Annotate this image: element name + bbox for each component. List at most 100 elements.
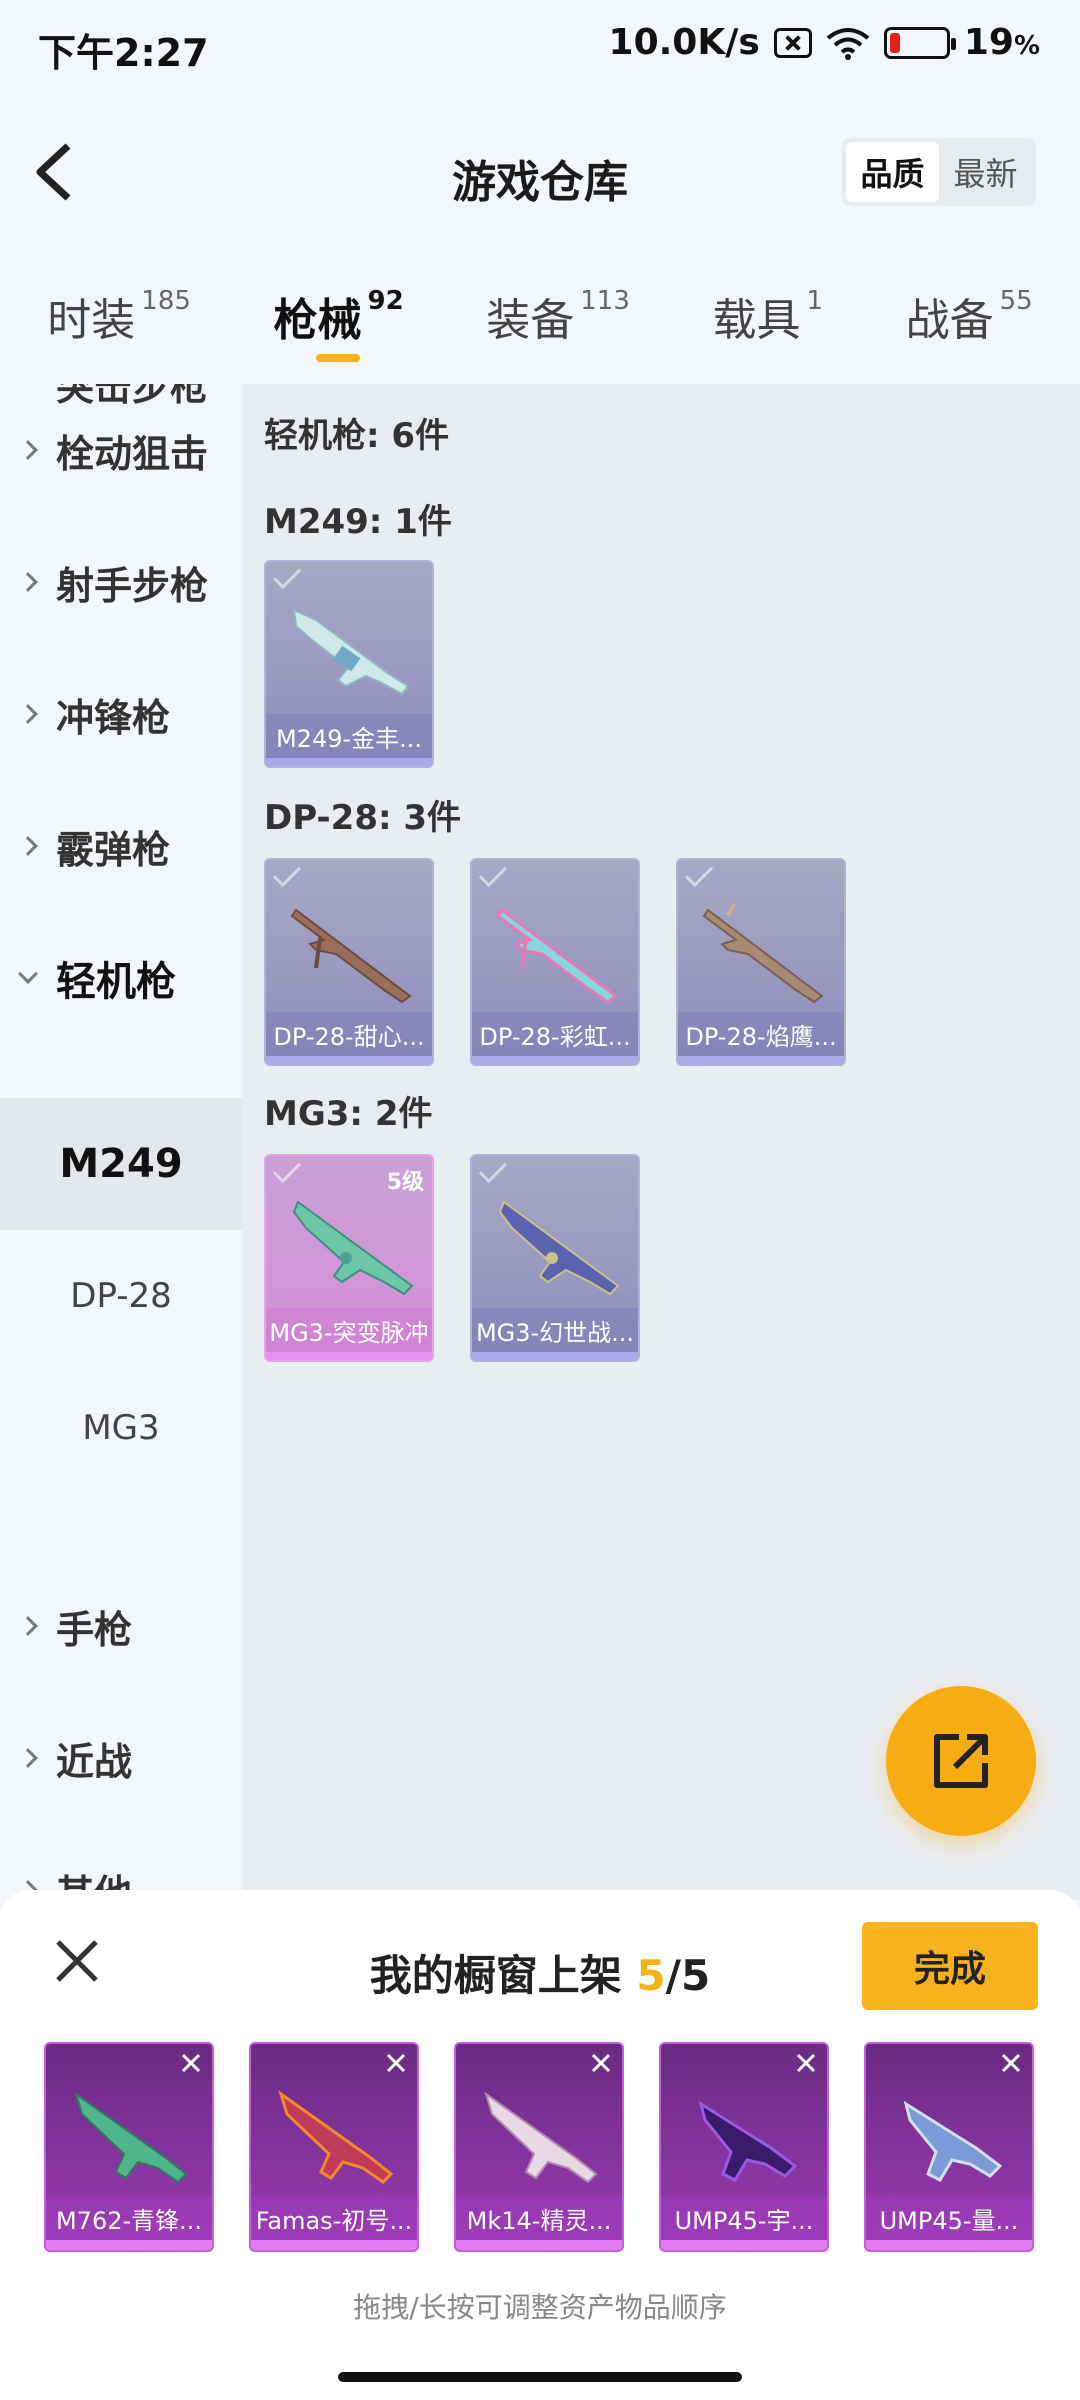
sort-newest-button[interactable]: 最新 xyxy=(939,142,1032,202)
weapon-card-m249[interactable]: M249-金丰... xyxy=(264,560,434,768)
chevron-right-icon xyxy=(0,836,56,856)
check-icon xyxy=(684,860,714,888)
rifle-skin-icon xyxy=(484,2091,598,2184)
sidebar-item-label: 冲锋枪 xyxy=(56,695,171,740)
battery-percent: 19 xyxy=(963,22,1014,63)
showcase-sheet: 我的橱窗上架 5/5 完成 M762-青锋... Famas-初号... Mk1… xyxy=(0,1890,1080,2400)
weapon-card-dp28-1[interactable]: DP-28-甜心... xyxy=(264,858,434,1066)
weapon-card-label: MG3-突变脉冲 xyxy=(266,1308,432,1352)
lmg-skin-icon xyxy=(495,907,619,1004)
weapon-card-mg3-1[interactable]: 5级 MG3-突变脉冲 xyxy=(264,1154,434,1362)
share-button[interactable] xyxy=(886,1686,1036,1836)
tab-firearms[interactable]: 枪械 92 xyxy=(274,270,404,370)
weapon-card-label: DP-28-甜心... xyxy=(266,1012,432,1056)
showcase-total: /5 xyxy=(665,1951,711,2000)
showcase-item-label: UMP45-量... xyxy=(866,2196,1032,2240)
showcase-item[interactable]: UMP45-宇... xyxy=(659,2042,829,2252)
sidebar-item-shotgun[interactable]: 霰弹枪 xyxy=(0,780,242,912)
showcase-item[interactable]: Famas-初号... xyxy=(249,2042,419,2252)
quality-stripe xyxy=(472,1056,638,1064)
tab-count: 55 xyxy=(999,286,1033,316)
tab-label: 战备 xyxy=(905,295,994,346)
group-header-mg3: MG3: 2件 xyxy=(264,1094,433,1134)
sidebar-item-other[interactable]: 其他 xyxy=(0,1824,242,1900)
weapon-card-dp28-2[interactable]: DP-28-彩虹... xyxy=(470,858,640,1066)
quality-stripe xyxy=(46,2240,212,2250)
chevron-right-icon xyxy=(0,440,56,460)
quality-stripe xyxy=(472,1352,638,1360)
rifle-skin-icon xyxy=(278,2090,394,2184)
lmg-skin-icon xyxy=(498,1200,620,1296)
tab-label: 时装 xyxy=(47,295,136,346)
sidebar-item-marksman-rifle[interactable]: 射手步枪 xyxy=(0,516,242,648)
sidebar-item-smg[interactable]: 冲锋枪 xyxy=(0,648,242,780)
sidebar-item-label: 近战 xyxy=(56,1739,133,1784)
sidebar-subitem-dp28[interactable]: DP-28 xyxy=(0,1230,242,1362)
check-icon xyxy=(272,860,302,888)
showcase-item-label: M762-青锋... xyxy=(46,2196,212,2240)
sidebar-item-label: 栓动狙击 xyxy=(56,431,209,476)
showcase-title-text: 我的橱窗上架 xyxy=(369,1951,637,2000)
smg-skin-icon xyxy=(903,2100,1003,2182)
lmg-skin-icon xyxy=(290,908,412,1004)
tab-vehicles[interactable]: 载具 1 xyxy=(712,270,823,370)
weapon-card-dp28-3[interactable]: DP-28-焰鹰... xyxy=(676,858,846,1066)
quality-stripe xyxy=(678,1056,844,1064)
check-icon xyxy=(478,1156,508,1184)
sidebar-subitem-mg3[interactable]: MG3 xyxy=(0,1362,242,1494)
lmg-skin-icon xyxy=(702,903,824,1004)
sim-off-icon xyxy=(773,27,812,58)
showcase-item-label: UMP45-宇... xyxy=(661,2196,827,2240)
tab-combat-gear[interactable]: 战备 55 xyxy=(906,270,1033,370)
quality-stripe xyxy=(266,1352,432,1360)
sidebar-item-label: 轻机枪 xyxy=(56,959,176,1005)
chevron-right-icon xyxy=(0,1616,56,1636)
showcase-item-label: Famas-初号... xyxy=(251,2196,417,2240)
smg-skin-icon xyxy=(698,2100,798,2182)
tab-count: 185 xyxy=(141,286,191,316)
sidebar-item-label: 手枪 xyxy=(56,1607,133,1652)
sidebar-item-bolt-sniper[interactable]: 栓动狙击 xyxy=(0,384,242,516)
sidebar-item-pistol[interactable]: 手枪 xyxy=(0,1560,242,1692)
sidebar-item-lmg[interactable]: 轻机枪 xyxy=(0,912,242,1044)
network-speed: 10.0K/s xyxy=(608,22,760,63)
category-header: 轻机枪: 6件 xyxy=(264,416,450,456)
share-external-icon xyxy=(934,1734,988,1788)
check-icon xyxy=(478,860,508,888)
sort-quality-button[interactable]: 品质 xyxy=(846,142,939,202)
showcase-item[interactable]: M762-青锋... xyxy=(44,2042,214,2252)
category-tabs: 时装 185 枪械 92 装备 113 载具 1 战备 55 xyxy=(0,270,1080,370)
showcase-item[interactable]: Mk14-精灵... xyxy=(454,2042,624,2252)
weapon-card-mg3-2[interactable]: MG3-幻世战... xyxy=(470,1154,640,1362)
sidebar-item-melee[interactable]: 近战 xyxy=(0,1692,242,1824)
rifle-skin-icon xyxy=(74,2091,188,2184)
tab-label: 装备 xyxy=(486,295,575,346)
tab-count: 1 xyxy=(806,286,824,316)
done-button[interactable]: 完成 xyxy=(862,1922,1038,2010)
weapon-card-label: DP-28-彩虹... xyxy=(472,1012,638,1056)
quality-stripe xyxy=(661,2240,827,2250)
tab-fashion[interactable]: 时装 185 xyxy=(47,270,191,370)
check-icon xyxy=(272,562,302,590)
lmg-skin-icon xyxy=(292,1200,414,1296)
weapon-type-sidebar: 突击步枪 栓动狙击 射手步枪 冲锋枪 霰弹枪 轻机枪 M249 DP-28 MG… xyxy=(0,384,242,1900)
status-time: 下午2:27 xyxy=(38,31,209,75)
chevron-right-icon xyxy=(0,572,56,592)
chevron-down-icon xyxy=(0,964,56,984)
weapon-card-label: M249-金丰... xyxy=(266,714,432,758)
sidebar-subitem-m249[interactable]: M249 xyxy=(0,1098,242,1230)
group-header-dp28: DP-28: 3件 xyxy=(264,798,462,838)
tab-equipment[interactable]: 装备 113 xyxy=(486,270,630,370)
battery-unit: % xyxy=(1013,31,1040,61)
quality-stripe xyxy=(456,2240,622,2250)
tab-label: 载具 xyxy=(712,295,801,346)
weapon-card-label: DP-28-焰鹰... xyxy=(678,1012,844,1056)
showcase-item-label: Mk14-精灵... xyxy=(456,2196,622,2240)
weapon-card-label: MG3-幻世战... xyxy=(472,1308,638,1352)
showcase-item[interactable]: UMP45-量... xyxy=(864,2042,1034,2252)
home-indicator[interactable] xyxy=(338,2372,742,2382)
group-header-m249: M249: 1件 xyxy=(264,502,452,542)
status-icons: 10.0K/s 19% xyxy=(609,22,1040,63)
tab-label: 枪械 xyxy=(273,295,362,346)
showcase-count: 5 xyxy=(636,1951,666,2000)
